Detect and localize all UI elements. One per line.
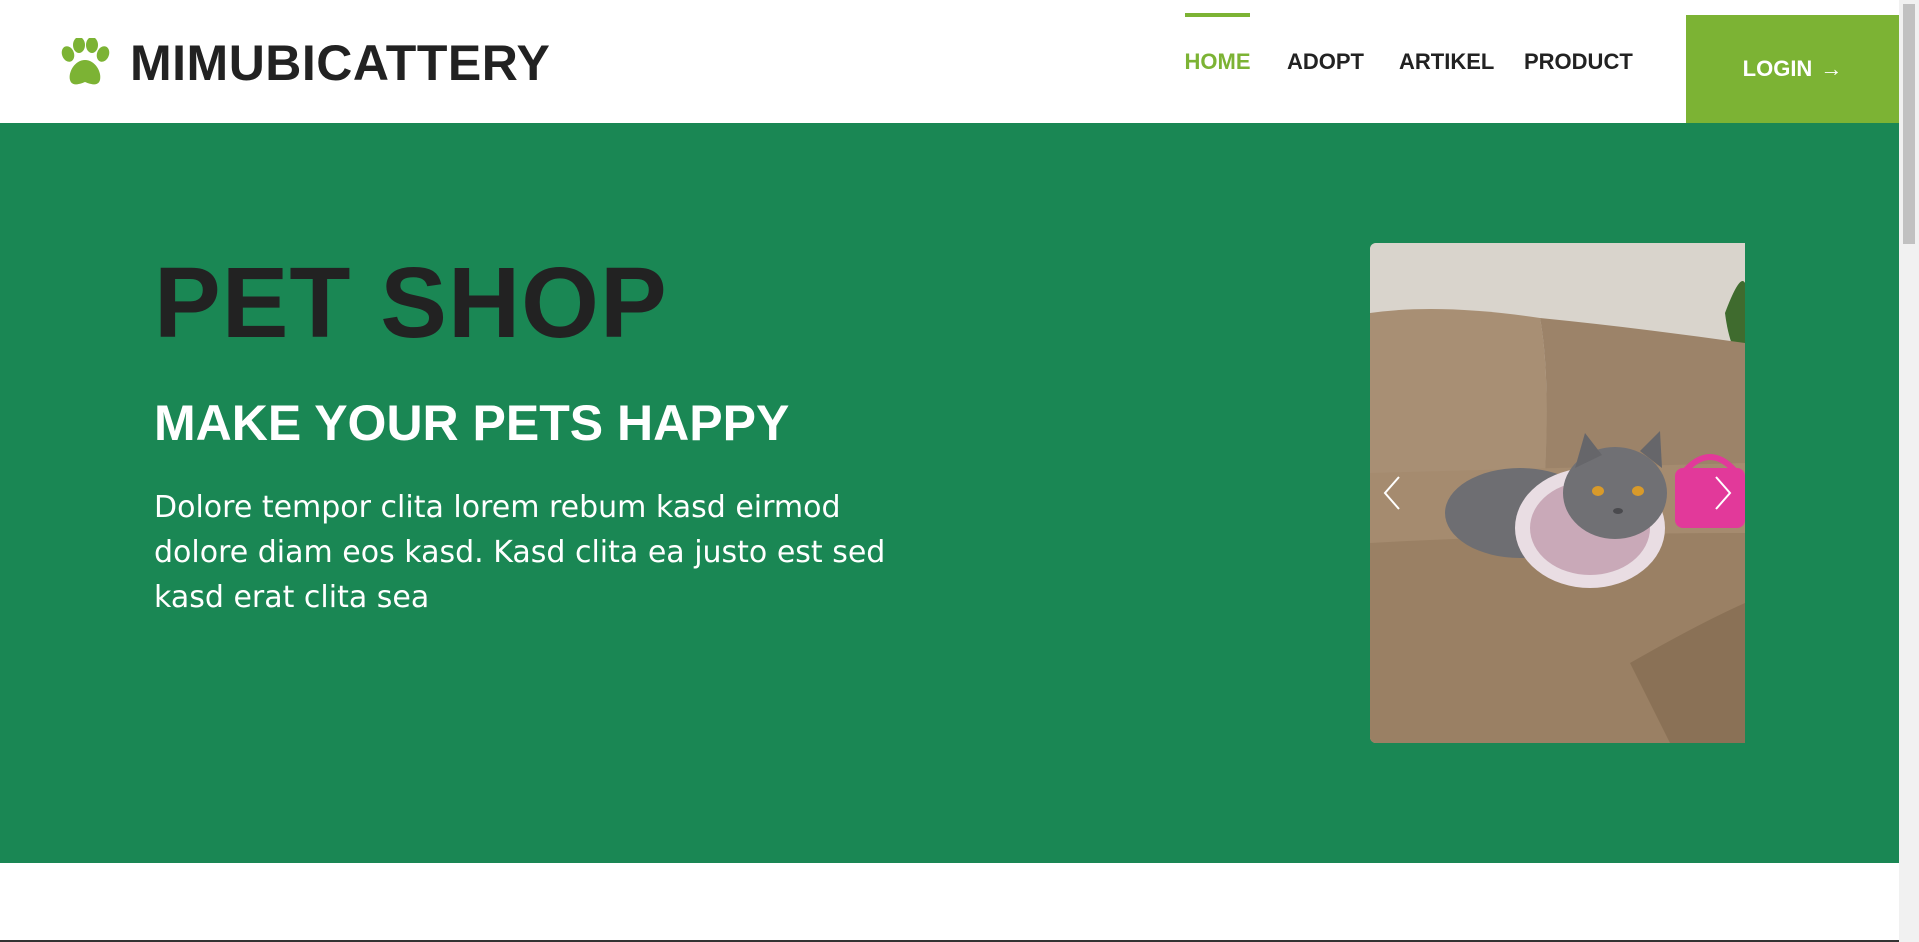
page-scrollbar[interactable] (1899, 0, 1919, 942)
nav-item-artikel[interactable]: ARTIKEL (1399, 0, 1494, 123)
paw-icon (61, 38, 110, 85)
cat-photo (1370, 243, 1745, 743)
site-header: MIMUBICATTERY HOME ADOPT ARTIKEL PRODUCT… (0, 0, 1899, 123)
hero-section: PET SHOP MAKE YOUR PETS HAPPY Dolore tem… (0, 123, 1899, 863)
arrow-right-icon: → (1820, 56, 1843, 81)
scrollbar-thumb[interactable] (1903, 4, 1915, 244)
carousel-prev-button[interactable] (1370, 468, 1414, 518)
image-carousel (1370, 243, 1745, 743)
hero-subtitle: MAKE YOUR PETS HAPPY (154, 395, 790, 451)
nav-item-home[interactable]: HOME (1185, 0, 1251, 123)
brand-logo[interactable]: MIMUBICATTERY (58, 38, 550, 88)
login-label: LOGIN (1742, 56, 1813, 81)
nav-item-adopt[interactable]: ADOPT (1287, 0, 1364, 123)
hero-title: PET SHOP (154, 247, 668, 359)
carousel-next-button[interactable] (1701, 468, 1745, 518)
chevron-left-icon (1383, 476, 1400, 510)
login-button[interactable]: LOGIN → (1686, 15, 1899, 123)
chevron-right-icon (1715, 476, 1732, 510)
brand-name: MIMUBICATTERY (130, 35, 551, 91)
nav-item-product[interactable]: PRODUCT (1524, 0, 1633, 123)
hero-description: Dolore tempor clita lorem rebum kasd eir… (154, 490, 886, 615)
